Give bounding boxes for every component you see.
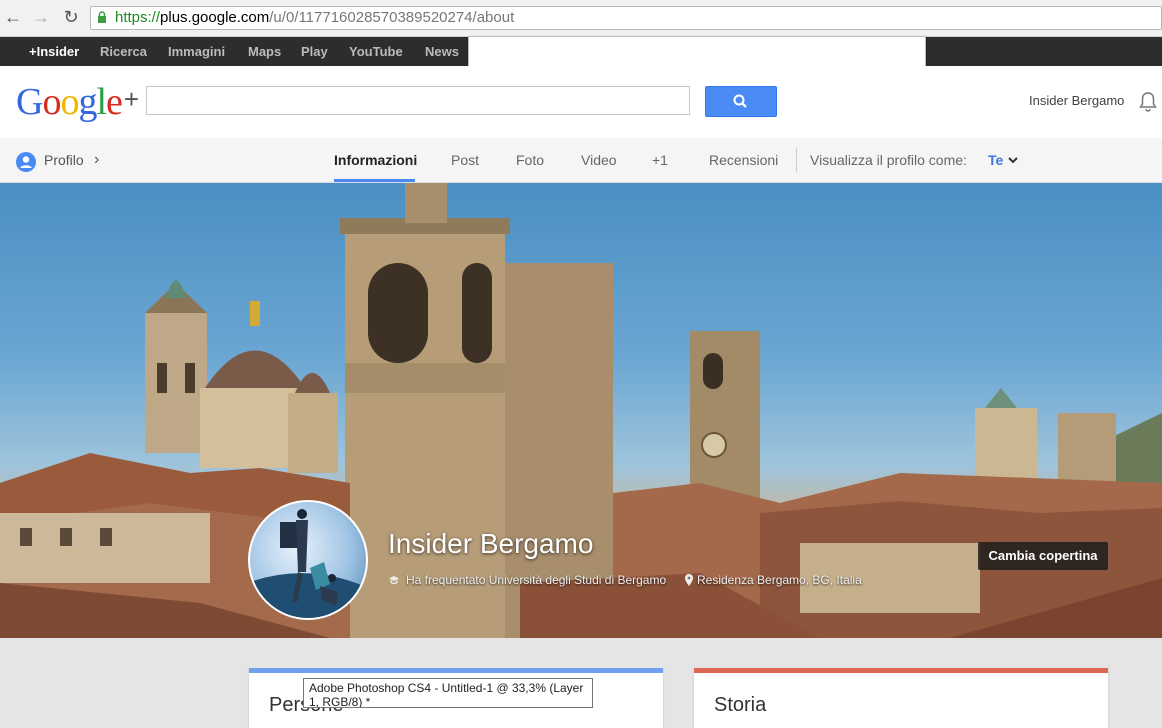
- view-as-label: Visualizza il profilo come:: [810, 152, 967, 168]
- google-plus-logo[interactable]: Google+: [16, 80, 139, 124]
- location-line: Residenza Bergamo, BG, Italia: [685, 573, 862, 587]
- forward-icon[interactable]: →: [30, 6, 52, 28]
- browser-toolbar: ← → ↻ https://plus.google.com/u/0/117716…: [0, 0, 1162, 37]
- chevron-right-icon: ›: [94, 151, 100, 168]
- tab-recensioni[interactable]: Recensioni: [709, 138, 778, 182]
- chevron-down-icon[interactable]: [1007, 155, 1019, 165]
- notification-bell-icon[interactable]: [1138, 91, 1158, 113]
- active-tab-indicator: [334, 179, 415, 182]
- search-input[interactable]: [146, 86, 690, 115]
- person-icon: [16, 152, 36, 172]
- url-path: /u/0/117716028570389520274/about: [269, 9, 515, 26]
- nav-divider: [796, 148, 797, 172]
- logo-letter: e: [106, 81, 123, 123]
- gbar-item-news[interactable]: News: [425, 37, 459, 66]
- gbar-item-ricerca[interactable]: Ricerca: [100, 37, 147, 66]
- tab-plus-one[interactable]: +1: [652, 138, 668, 182]
- profile-name: Insider Bergamo: [388, 528, 594, 559]
- lock-icon: [98, 11, 106, 23]
- education-text: Ha frequentato Università degli Studi di…: [406, 573, 667, 587]
- location-pin-icon: [685, 574, 693, 586]
- view-as-dropdown[interactable]: Te: [988, 138, 1003, 182]
- graduation-cap-icon: [389, 576, 399, 585]
- reload-icon[interactable]: ↻: [60, 6, 82, 28]
- logo-letter: l: [96, 81, 107, 123]
- story-card-accent: [694, 668, 1108, 673]
- gbar-item-play[interactable]: Play: [301, 37, 328, 66]
- change-cover-button[interactable]: Cambia copertina: [978, 542, 1108, 570]
- profile-label: Profilo: [44, 152, 84, 168]
- logo-letter: o: [60, 81, 79, 123]
- gbar-item-maps[interactable]: Maps: [248, 37, 281, 66]
- search-button[interactable]: [705, 86, 777, 117]
- gbar-item-immagini[interactable]: Immagini: [168, 37, 225, 66]
- gbar-popup-panel: [468, 36, 926, 69]
- taskbar-tooltip: Adobe Photoshop CS4 - Untitled-1 @ 33,3%…: [303, 678, 593, 708]
- header: Google+ Insider Bergamo: [0, 66, 1162, 138]
- search-icon: [733, 94, 747, 108]
- tab-post[interactable]: Post: [451, 138, 479, 182]
- tab-video[interactable]: Video: [581, 138, 617, 182]
- logo-letter: g: [78, 81, 97, 123]
- tab-informazioni[interactable]: Informazioni: [334, 138, 417, 182]
- people-card-accent: [249, 668, 663, 673]
- tab-foto[interactable]: Foto: [516, 138, 544, 182]
- logo-letter: G: [16, 81, 43, 123]
- url-text: https://plus.google.com/u/0/117716028570…: [115, 7, 514, 29]
- education-line: Ha frequentato Università degli Studi di…: [388, 573, 666, 587]
- location-text: Residenza Bergamo, BG, Italia: [697, 573, 862, 587]
- logo-plus: +: [123, 84, 140, 114]
- account-name[interactable]: Insider Bergamo: [1029, 93, 1124, 108]
- address-bar[interactable]: https://plus.google.com/u/0/117716028570…: [90, 6, 1162, 30]
- back-icon[interactable]: ←: [2, 6, 24, 28]
- logo-letter: o: [42, 81, 61, 123]
- avatar-photo: [250, 509, 366, 618]
- url-host: plus.google.com: [160, 9, 270, 26]
- profile-avatar[interactable]: [248, 500, 368, 620]
- url-scheme: https://: [115, 9, 161, 26]
- story-card: Storia: [694, 668, 1108, 728]
- gbar-item-youtube[interactable]: YouTube: [349, 37, 403, 66]
- gbar-item-insider[interactable]: +Insider: [29, 37, 79, 66]
